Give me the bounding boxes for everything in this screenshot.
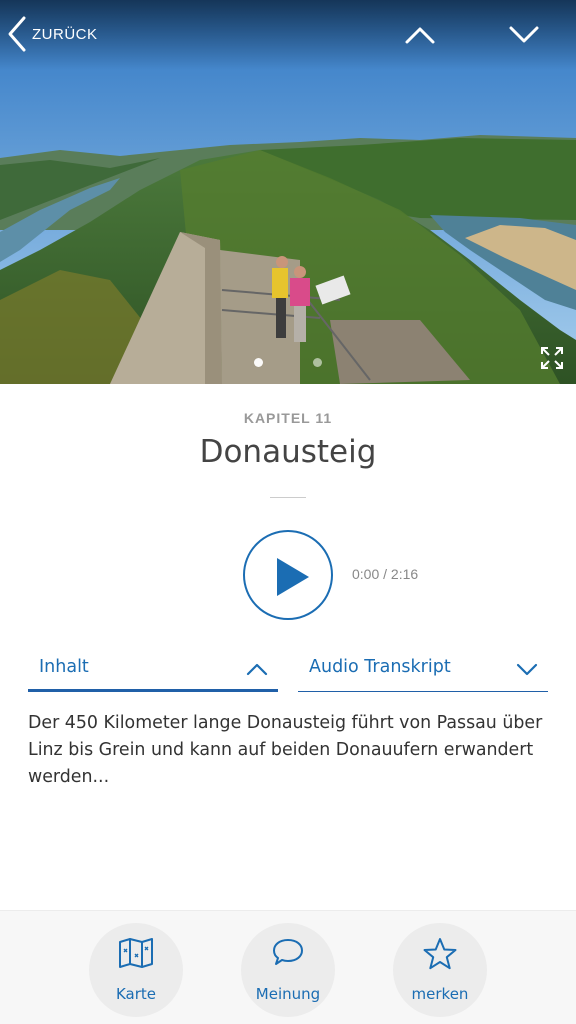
opinion-button[interactable]: Meinung: [241, 923, 335, 1017]
opinion-label: Meinung: [255, 985, 321, 1003]
chapter-description: Der 450 Kilometer lange Donausteig führt…: [28, 713, 543, 787]
bookmark-label: merken: [411, 985, 469, 1003]
chevron-up-icon: [246, 663, 268, 676]
back-button[interactable]: ZURÜCK: [6, 14, 98, 54]
tab-audio-transkript[interactable]: Audio Transkript: [298, 652, 548, 692]
chapter-label: KAPITEL 11: [243, 410, 333, 426]
hero-image: ZURÜCK: [0, 0, 576, 384]
tab-label: Audio Transkript: [309, 657, 451, 677]
play-button[interactable]: [243, 530, 333, 620]
back-label: ZURÜCK: [32, 25, 98, 43]
fullscreen-button[interactable]: [540, 346, 564, 370]
star-icon: [423, 938, 457, 970]
previous-chapter-button[interactable]: [402, 20, 438, 50]
play-icon: [277, 558, 309, 596]
tab-label: Inhalt: [39, 657, 89, 677]
speech-bubble-icon: [273, 939, 303, 965]
next-chapter-button[interactable]: [506, 20, 542, 50]
map-label: Karte: [115, 985, 157, 1003]
slide-dot[interactable]: [254, 358, 263, 367]
chevron-down-icon: [516, 663, 538, 676]
expand-icon: [541, 347, 563, 369]
tab-inhalt[interactable]: Inhalt: [28, 652, 278, 692]
title-divider: [270, 497, 306, 498]
map-button[interactable]: Karte: [89, 923, 183, 1017]
chevron-up-icon: [405, 27, 435, 44]
slide-dot[interactable]: [313, 358, 322, 367]
bottom-toolbar: Karte Meinung merken: [0, 910, 576, 1024]
chevron-left-icon: [8, 16, 26, 52]
slide-indicator: [0, 358, 576, 367]
page-title: Donausteig: [199, 434, 377, 470]
chevron-down-icon: [509, 26, 539, 43]
bookmark-button[interactable]: merken: [393, 923, 487, 1017]
playback-time: 0:00 / 2:16: [352, 566, 419, 582]
map-icon: [119, 938, 153, 968]
